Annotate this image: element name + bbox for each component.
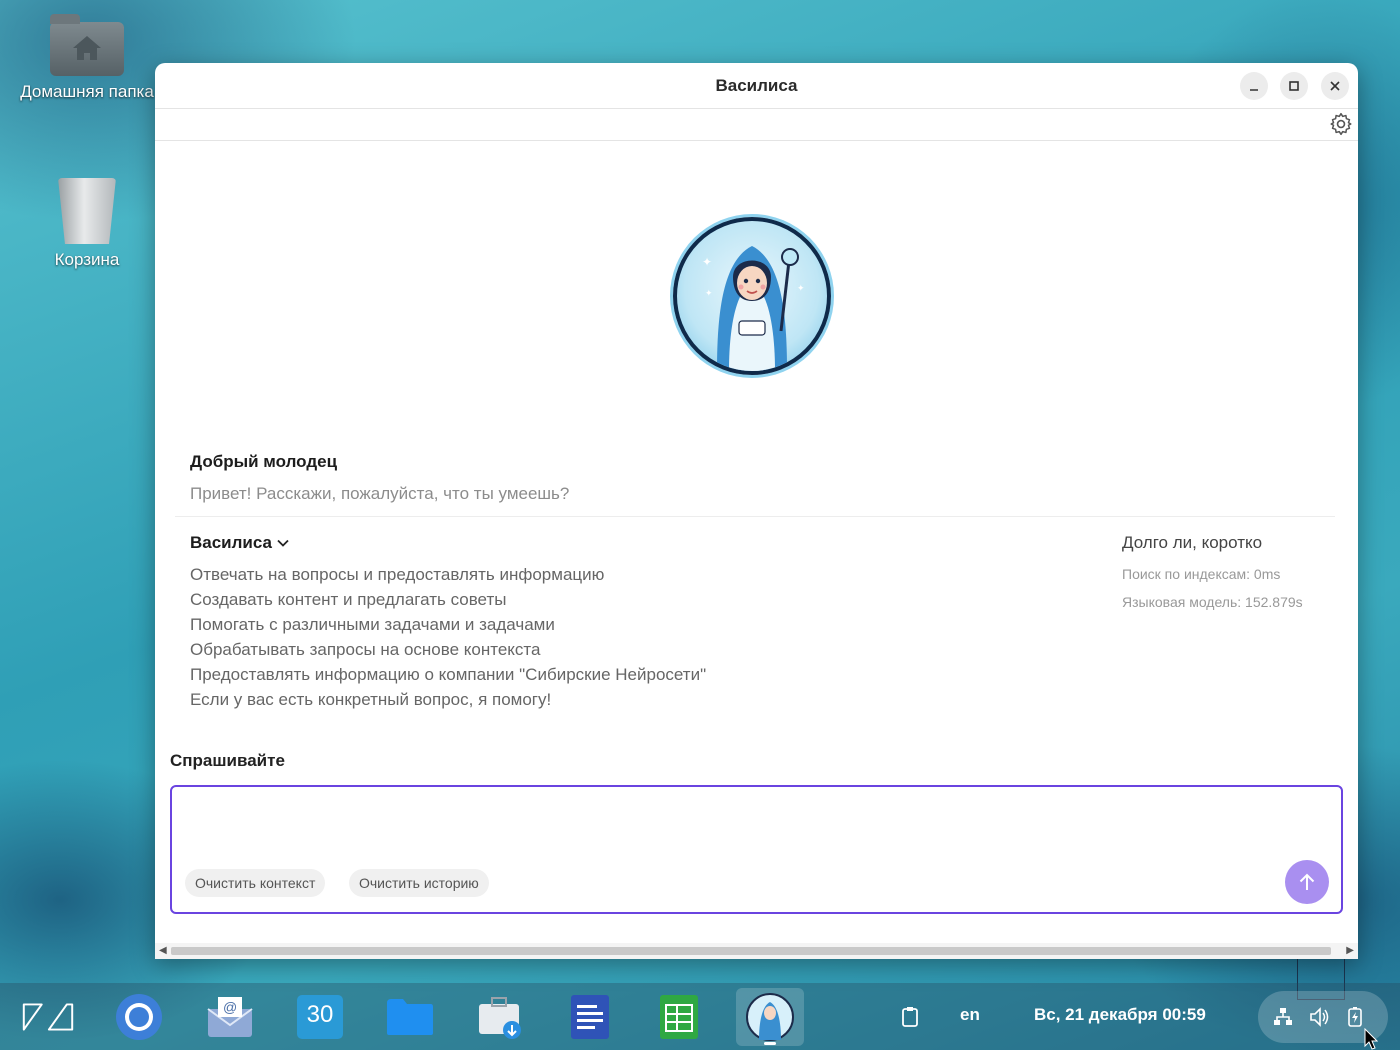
- taskbar: @ 30 en Вс, 21 декабря 00:59: [0, 983, 1400, 1050]
- scroll-left-icon[interactable]: ◀: [159, 945, 167, 956]
- desktop-icon-label: Корзина: [54, 250, 120, 269]
- user-message-author: Добрый молодец: [190, 452, 338, 471]
- send-button[interactable]: [1285, 860, 1329, 904]
- clear-context-button[interactable]: Очистить контекст: [185, 869, 326, 897]
- calendar-icon: 30: [297, 995, 343, 1039]
- horizontal-scrollbar[interactable]: ◀ ▶: [155, 943, 1358, 959]
- arrow-up-icon: [1299, 873, 1315, 890]
- browser-icon: [116, 994, 162, 1040]
- trash-icon: [58, 178, 116, 244]
- launcher-button[interactable]: [22, 991, 74, 1043]
- bot-message-line: Если у вас есть конкретный вопрос, я пом…: [190, 690, 552, 709]
- taskbar-spreadsheet[interactable]: [653, 991, 705, 1043]
- taskbar-store[interactable]: [474, 991, 526, 1043]
- bot-message-line: Отвечать на вопросы и предоставлять инфо…: [190, 565, 605, 584]
- vasilisa-avatar-icon: ✦ ✦ ✦: [702, 246, 805, 371]
- svg-text:✦: ✦: [705, 288, 713, 298]
- minimize-icon: [1250, 89, 1258, 91]
- taskbar-calendar[interactable]: 30: [294, 991, 346, 1043]
- app-toolbar: [155, 109, 1358, 141]
- taskbar-vasilisa[interactable]: [736, 988, 804, 1046]
- composer-box: Очистить контекст Очистить историю: [170, 785, 1343, 914]
- mouse-cursor-icon: [1364, 1028, 1378, 1050]
- bot-message-line: Обрабатывать запросы на основе контекста: [190, 640, 541, 659]
- spreadsheet-icon: [660, 995, 698, 1039]
- clock[interactable]: Вс, 21 декабря 00:59: [1034, 1005, 1206, 1025]
- bot-message-author: Василиса: [190, 533, 273, 552]
- scroll-right-icon[interactable]: ▶: [1346, 945, 1354, 956]
- taskbar-browser[interactable]: [113, 991, 165, 1043]
- package-store-icon: [479, 997, 521, 1039]
- volume-icon[interactable]: [1308, 1006, 1330, 1028]
- bot-message-line: Предоставлять информацию о компании "Сиб…: [190, 665, 707, 684]
- battery-icon[interactable]: [1344, 1006, 1366, 1028]
- keyboard-layout[interactable]: en: [960, 1005, 980, 1025]
- bot-author-toggle[interactable]: Василиса: [190, 533, 290, 553]
- network-icon[interactable]: [1272, 1006, 1294, 1028]
- vasilisa-app-icon: [746, 993, 794, 1041]
- maximize-button[interactable]: [1280, 72, 1308, 100]
- svg-text:✦: ✦: [797, 283, 805, 293]
- gear-icon: [1330, 112, 1352, 136]
- scrollbar-thumb[interactable]: [171, 947, 1331, 955]
- bot-message-text: Отвечать на вопросы и предоставлять инфо…: [190, 564, 706, 714]
- minimize-button[interactable]: [1240, 72, 1268, 100]
- response-meta-title: Долго ли, коротко: [1122, 533, 1263, 552]
- app-window: Василиса ✦ ✦ ✦ Добрый молодец Привет! Ра…: [155, 63, 1358, 959]
- chevron-down-icon: [277, 539, 289, 547]
- bot-message-line: Помогать с различными задачами и задачам…: [190, 615, 555, 634]
- svg-text:✦: ✦: [702, 255, 712, 269]
- clipboard-button[interactable]: [884, 991, 936, 1043]
- taskbar-writer[interactable]: [564, 991, 616, 1043]
- active-indicator: [764, 1042, 776, 1045]
- mail-icon: @: [207, 997, 253, 1037]
- text-document-icon: [571, 995, 609, 1039]
- launcher-icon: [22, 1003, 74, 1031]
- window-titlebar[interactable]: Василиса: [155, 63, 1358, 109]
- home-folder-icon: [50, 14, 124, 76]
- taskbar-files[interactable]: [384, 991, 436, 1043]
- bot-message-line: Создавать контент и предлагать советы: [190, 590, 507, 609]
- taskbar-mail[interactable]: @: [204, 991, 256, 1043]
- desktop-icon-trash[interactable]: Корзина: [12, 178, 162, 270]
- clipboard-icon: [902, 1007, 918, 1027]
- folder-icon: [387, 999, 433, 1035]
- clear-history-button[interactable]: Очистить историю: [349, 869, 489, 897]
- language-model-time: Языковая модель: 152.879s: [1122, 594, 1303, 610]
- calendar-day: 30: [306, 1001, 334, 1028]
- settings-button[interactable]: [1328, 111, 1354, 137]
- close-button[interactable]: [1321, 72, 1349, 100]
- svg-text:@: @: [223, 999, 237, 1015]
- window-title: Василиса: [715, 75, 798, 95]
- message-divider: [175, 516, 1335, 517]
- user-message-text: Привет! Расскажи, пожалуйста, что ты уме…: [190, 484, 570, 503]
- message-input[interactable]: [184, 797, 1264, 857]
- response-meta: Долго ли, коротко Поиск по индексам: 0ms…: [1122, 533, 1303, 610]
- desktop-icon-label: Домашняя папка: [20, 82, 154, 101]
- close-icon: [1330, 81, 1340, 91]
- composer-label: Спрашивайте: [170, 751, 285, 770]
- index-search-time: Поиск по индексам: 0ms: [1122, 566, 1281, 582]
- assistant-avatar: ✦ ✦ ✦: [673, 217, 831, 375]
- desktop-icon-home-folder[interactable]: Домашняя папка: [12, 14, 162, 102]
- maximize-icon: [1289, 81, 1299, 91]
